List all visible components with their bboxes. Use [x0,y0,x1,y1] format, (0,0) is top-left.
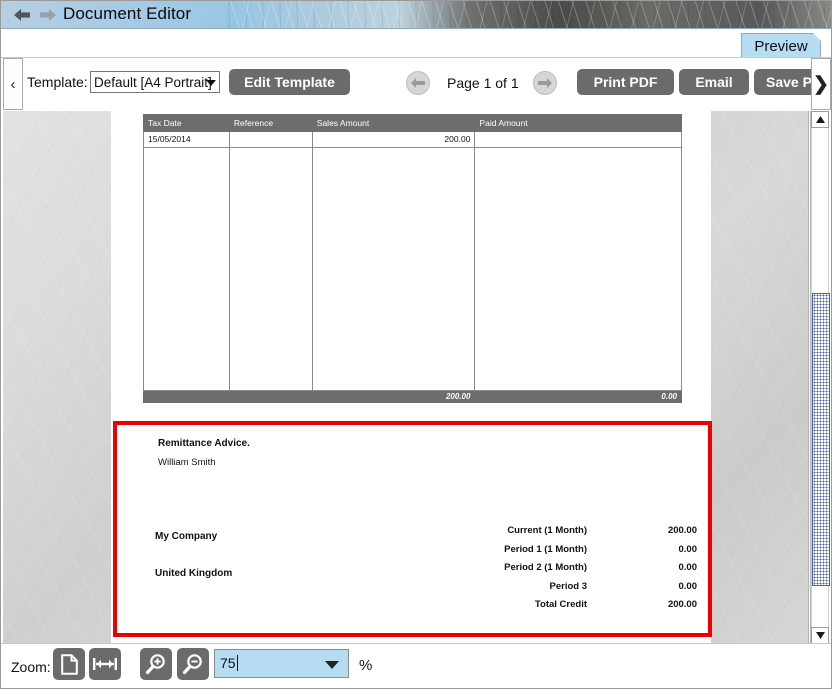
aging-row-period-2: Period 2 (1 Month) 0.00 [447,562,697,573]
table-total-row: 200.00 0.00 [143,390,682,403]
percent-label: % [359,657,373,674]
chevron-down-icon [206,80,216,86]
aging-value: 200.00 [667,599,697,610]
remittance-advice-block: Remittance Advice. William Smith My Comp… [113,421,712,637]
total-cell-2 [228,390,313,403]
aging-summary: Current (1 Month) 200.00 Period 1 (1 Mon… [447,525,697,618]
remittance-company: My Company [155,531,218,542]
aging-value: 0.00 [678,580,698,592]
aging-label: Period 3 [549,580,588,592]
scroll-toolbar-left-button[interactable]: ‹ [3,58,23,110]
window-title: Document Editor [63,4,192,23]
zoom-out-icon [182,654,202,675]
aging-label: Total Credit [534,599,587,610]
remittance-customer: William Smith [158,457,216,468]
blank-cell-4 [474,147,682,391]
total-cell-1 [143,390,230,403]
tab-preview[interactable]: Preview [741,33,821,57]
fit-width-button[interactable] [89,648,121,680]
scrollbar-thumb[interactable] [812,293,830,586]
document-page: Tax Date Reference Sales Amount Paid Amo… [111,111,712,644]
column-header-reference: Reference [228,114,313,132]
zoom-toolbar: Zoom: 75 % [1,643,831,688]
zoom-in-button[interactable] [140,648,172,680]
scroll-down-button[interactable] [811,627,829,644]
aging-value: 200.00 [667,525,697,536]
zoom-out-button[interactable] [177,648,209,680]
scrollbar-track[interactable] [811,128,830,627]
template-select-value: Default [A4 Portrait] [94,75,212,90]
back-arrow-icon[interactable] [13,7,31,23]
scroll-up-icon [815,116,825,123]
previous-page-button[interactable] [406,71,430,95]
table-row: 15/05/2014 200.00 [143,131,682,148]
chevron-down-icon[interactable] [325,661,339,669]
navigation-arrows [13,7,57,23]
scroll-down-icon [815,632,825,639]
aging-row-total-credit: Total Credit 200.00 [447,599,697,610]
column-header-tax-date: Tax Date [143,114,230,132]
table-header-row: Tax Date Reference Sales Amount Paid Amo… [143,114,682,132]
table-blank-row [143,147,682,391]
cell-reference [228,131,313,148]
total-paid-amount: 0.00 [474,390,682,403]
cell-tax-date: 15/05/2014 [143,131,230,148]
template-select[interactable]: Default [A4 Portrait] [90,71,220,93]
aging-value: 0.00 [678,543,698,555]
aging-row-current: Current (1 Month) 200.00 [447,525,697,536]
zoom-in-icon [145,654,165,675]
zoom-label: Zoom: [11,659,51,675]
cell-sales-amount: 200.00 [311,131,476,148]
aging-row-period-1: Period 1 (1 Month) 0.00 [447,544,697,555]
document-canvas: Tax Date Reference Sales Amount Paid Amo… [3,111,809,644]
total-sales-amount: 200.00 [311,390,476,403]
remittance-country: United Kingdom [155,568,233,579]
zoom-level-value: 75 [220,655,238,671]
template-label: Template: [27,74,88,90]
next-page-icon [538,78,552,88]
blank-cell-1 [143,147,230,391]
aging-row-period-3: Period 3 0.00 [447,580,698,592]
prev-page-icon [411,78,425,88]
next-page-button[interactable] [533,71,557,95]
blank-cell-3 [311,147,476,391]
blank-cell-2 [228,147,313,391]
forward-arrow-icon[interactable] [39,7,57,23]
aging-label: Current (1 Month) [507,525,587,536]
zoom-level-input[interactable]: 75 [214,649,349,678]
fit-page-button[interactable] [53,648,85,680]
fit-page-icon [60,653,78,675]
cell-paid-amount [474,131,682,148]
scroll-toolbar-right-button[interactable]: ❯ [811,58,831,110]
document-editor-window: Document Editor Preview ‹ ❯ Template: De… [0,0,832,689]
edit-template-button[interactable]: Edit Template [229,69,350,95]
fit-width-icon [93,658,117,670]
aging-label: Period 2 (1 Month) [504,562,587,573]
transactions-table: Tax Date Reference Sales Amount Paid Amo… [143,114,682,403]
page-indicator: Page 1 of 1 [447,75,519,91]
scroll-up-button[interactable] [811,111,829,128]
remittance-title: Remittance Advice. [158,438,250,449]
email-button[interactable]: Email [679,69,749,95]
aging-value: 0.00 [678,562,698,573]
column-header-paid-amount: Paid Amount [474,114,682,132]
vertical-scrollbar[interactable] [810,111,830,644]
print-pdf-button[interactable]: Print PDF [577,69,674,95]
column-header-sales-amount: Sales Amount [311,114,476,132]
tab-strip: Preview [1,30,831,58]
aging-label: Period 1 (1 Month) [504,543,587,555]
